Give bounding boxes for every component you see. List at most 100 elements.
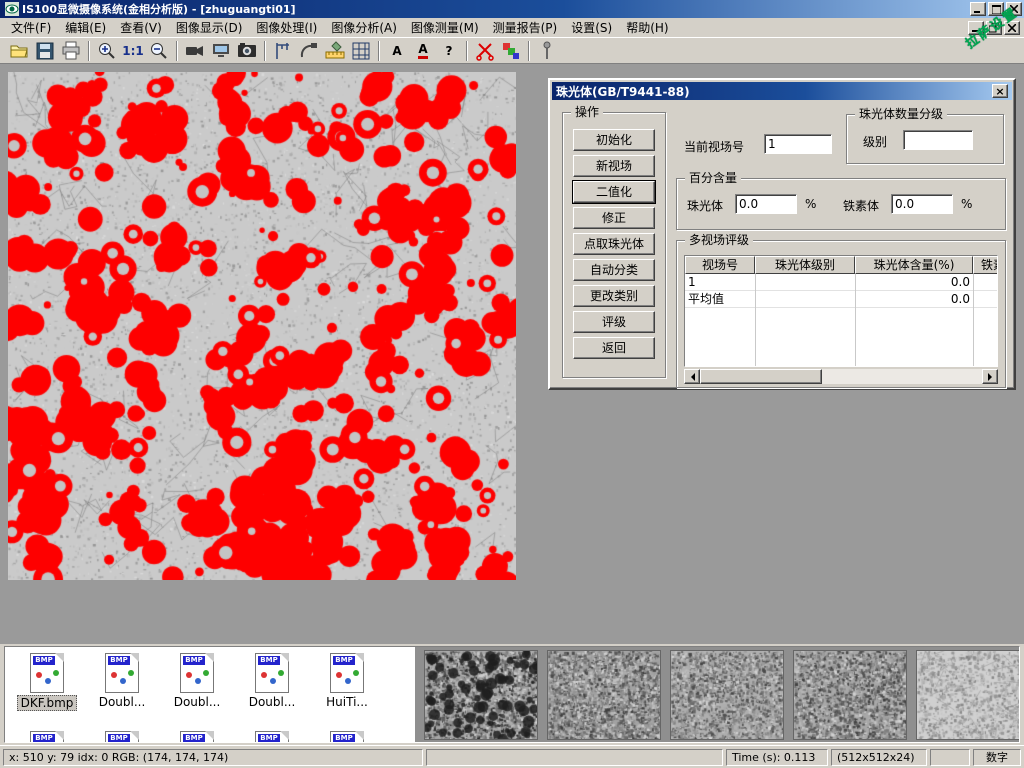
col-level-header[interactable]: 珠光体级别: [755, 256, 855, 274]
thumbnail-image[interactable]: [547, 650, 661, 740]
col-content-header[interactable]: 珠光体含量(%): [855, 256, 973, 274]
file-item-huiti[interactable]: BMP HuiTi...: [311, 653, 383, 709]
window-title: IS100显微摄像系统(金相分析版) - [zhuguangti01]: [22, 1, 296, 17]
table-horizontal-scrollbar[interactable]: [684, 369, 998, 384]
cell-field: 1: [685, 274, 755, 290]
file-label[interactable]: Doubl...: [96, 695, 149, 709]
col-ferrite-header[interactable]: 铁素: [973, 256, 998, 274]
print-button[interactable]: [58, 39, 84, 63]
file-item-partial[interactable]: BMP: [11, 731, 83, 742]
thumbnail-image[interactable]: [793, 650, 907, 740]
auto-classify-button[interactable]: 自动分类: [573, 259, 655, 281]
grid-button[interactable]: [348, 39, 374, 63]
pick-pearlite-button[interactable]: 点取珠光体: [573, 233, 655, 255]
file-label[interactable]: Doubl...: [246, 695, 299, 709]
scroll-right-button[interactable]: [982, 369, 998, 384]
file-item-dkf[interactable]: BMP DKF.bmp: [11, 653, 83, 711]
table-row[interactable]: 平均值 0.0: [685, 291, 997, 308]
file-item-partial[interactable]: BMP: [161, 731, 233, 742]
scrollbar-thumb[interactable]: [700, 369, 822, 384]
menu-item-image-measure[interactable]: 图像测量(M): [404, 17, 486, 38]
open-button[interactable]: [6, 39, 32, 63]
change-class-button[interactable]: 更改类别: [573, 285, 655, 307]
file-item-partial[interactable]: BMP: [236, 731, 308, 742]
specimen-image[interactable]: [8, 72, 516, 580]
init-button[interactable]: 初始化: [573, 129, 655, 151]
percent-group: 百分含量 珠光体 % 铁素体 %: [676, 178, 1006, 230]
return-button[interactable]: 返回: [573, 337, 655, 359]
text-icon: A: [392, 44, 401, 58]
camera-button[interactable]: [234, 39, 260, 63]
menu-item-image-analysis[interactable]: 图像分析(A): [324, 17, 404, 38]
file-label[interactable]: HuiTi...: [323, 695, 371, 709]
multifield-group: 多视场评级 视场号 珠光体级别 珠光体含量(%) 铁素: [676, 240, 1006, 388]
file-item-double2[interactable]: BMP Doubl...: [161, 653, 233, 709]
rate-button[interactable]: 评级: [573, 311, 655, 333]
column-divider: [855, 274, 856, 367]
thumbnail-image[interactable]: [670, 650, 784, 740]
menu-item-image-process[interactable]: 图像处理(I): [249, 17, 324, 38]
file-item-partial[interactable]: BMP: [86, 731, 158, 742]
help-button[interactable]: ?: [436, 39, 462, 63]
video-button[interactable]: [182, 39, 208, 63]
file-label[interactable]: DKF.bmp: [17, 695, 78, 711]
rgb-button[interactable]: [498, 39, 524, 63]
thumbnail-image[interactable]: [916, 650, 1020, 740]
ferrite-unit: %: [961, 197, 972, 211]
ferrite-input[interactable]: [891, 194, 953, 214]
bmp-badge: BMP: [333, 734, 355, 742]
thumbnail-image[interactable]: [424, 650, 538, 740]
zoom-out-button[interactable]: [146, 39, 172, 63]
file-item-partial[interactable]: BMP: [311, 731, 383, 742]
display-button[interactable]: [208, 39, 234, 63]
bmp-file-icon: BMP: [255, 731, 289, 742]
pearlite-input[interactable]: [735, 194, 797, 214]
minimize-button[interactable]: [970, 2, 986, 16]
caliper-button[interactable]: [270, 39, 296, 63]
ruler-button[interactable]: [322, 39, 348, 63]
file-label[interactable]: Doubl...: [171, 695, 224, 709]
micrometer-icon: [299, 41, 319, 61]
file-item-double3[interactable]: BMP Doubl...: [236, 653, 308, 709]
bmp-badge: BMP: [108, 656, 130, 665]
text-button[interactable]: A: [384, 39, 410, 63]
zoom-out-icon: [149, 41, 169, 61]
toolbar: 1:1 A A ?: [0, 38, 1024, 64]
dialog-close-button[interactable]: ×: [992, 84, 1008, 98]
cell-field: 平均值: [685, 291, 755, 307]
font-button[interactable]: A: [410, 39, 436, 63]
table-row[interactable]: 1 0.0: [685, 274, 997, 291]
bmp-badge: BMP: [258, 656, 280, 665]
cell-level: [755, 291, 855, 307]
binarize-button[interactable]: 二值化: [573, 181, 655, 203]
menu-item-edit[interactable]: 编辑(E): [58, 17, 113, 38]
correct-button[interactable]: 修正: [573, 207, 655, 229]
cut-button[interactable]: [472, 39, 498, 63]
menu-item-help[interactable]: 帮助(H): [619, 17, 675, 38]
actual-size-button[interactable]: 1:1: [120, 39, 146, 63]
bottom-panel-inner: BMP DKF.bmp BMP Doubl... BMP Doubl... BM…: [4, 646, 1020, 743]
application-window: IS100显微摄像系统(金相分析版) - [zhuguangti01] 拉萨设置…: [0, 0, 1024, 768]
col-field-header[interactable]: 视场号: [685, 256, 755, 274]
file-item-double1[interactable]: BMP Doubl...: [86, 653, 158, 709]
scroll-left-button[interactable]: [684, 369, 700, 384]
menu-item-settings[interactable]: 设置(S): [564, 17, 619, 38]
zoom-in-button[interactable]: [94, 39, 120, 63]
menu-item-file[interactable]: 文件(F): [4, 17, 58, 38]
cell-content: 0.0: [855, 291, 973, 307]
dialog-title-bar[interactable]: 珠光体(GB/T9441-88) ×: [552, 82, 1012, 100]
level-input[interactable]: [903, 130, 973, 150]
new-field-button[interactable]: 新视场: [573, 155, 655, 177]
current-field-input[interactable]: [764, 134, 832, 154]
micrometer-button[interactable]: [296, 39, 322, 63]
menu-item-view[interactable]: 查看(V): [113, 17, 169, 38]
dialog-title: 珠光体(GB/T9441-88): [556, 83, 690, 100]
operation-group: 操作 初始化 新视场 二值化 修正 点取珠光体 自动分类 更改类别 评级 返回: [562, 112, 666, 378]
toolbar-separator: [378, 41, 380, 61]
save-button[interactable]: [32, 39, 58, 63]
operation-group-label: 操作: [571, 105, 603, 119]
menu-item-report[interactable]: 测量报告(P): [486, 17, 565, 38]
bmp-file-icon: BMP: [105, 731, 139, 742]
pin-button[interactable]: [534, 39, 560, 63]
menu-item-image-display[interactable]: 图像显示(D): [169, 17, 250, 38]
